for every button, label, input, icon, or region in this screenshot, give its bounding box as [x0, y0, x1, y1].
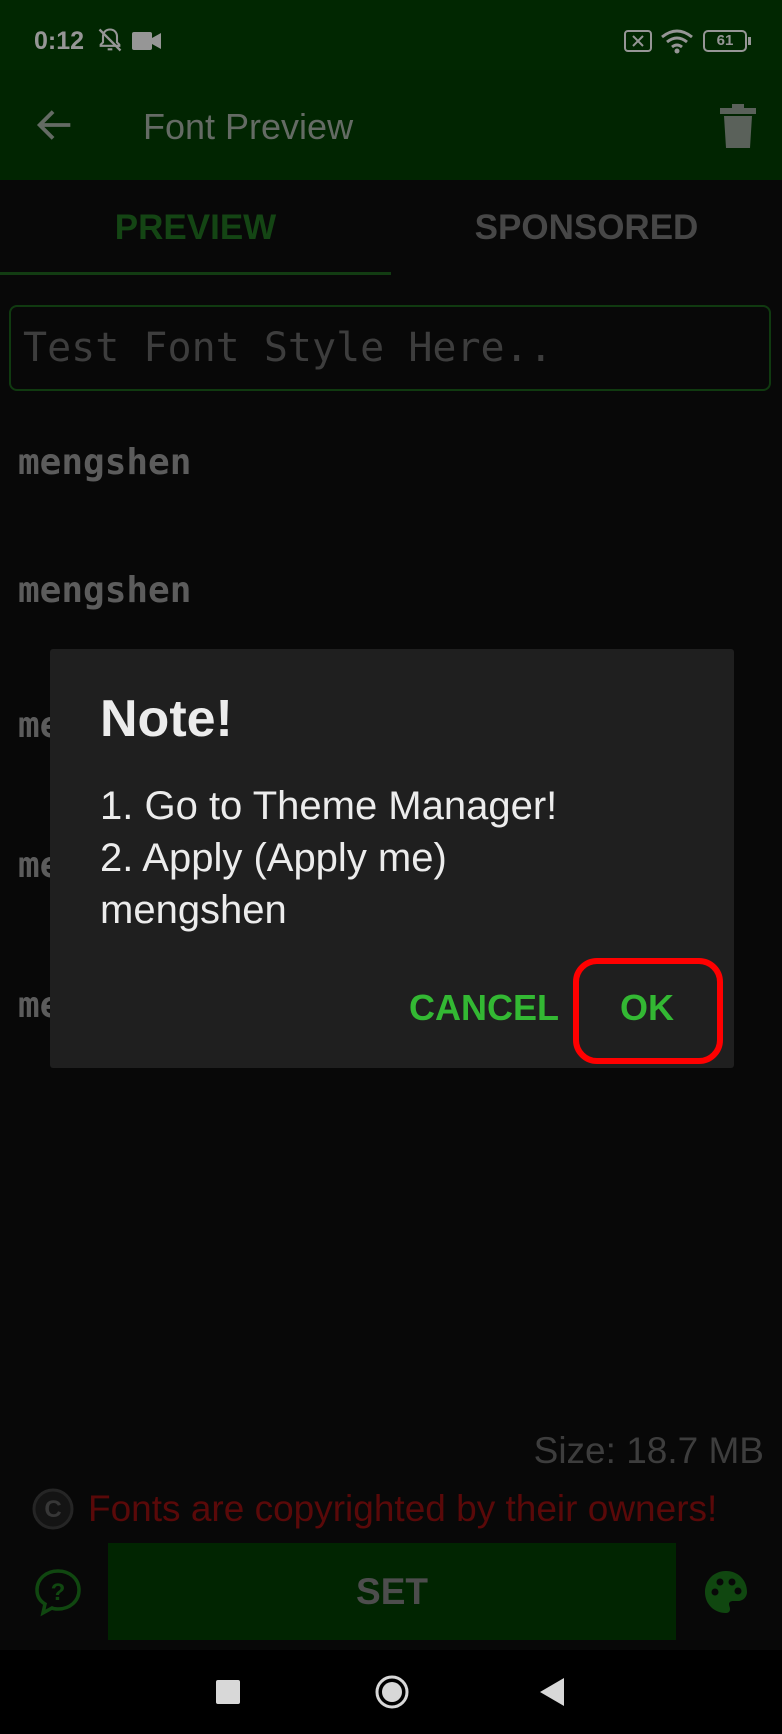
cancel-button[interactable]: CANCEL [409, 987, 559, 1029]
dialog-line: 2. Apply (Apply me) [100, 836, 447, 880]
dialog-line: mengshen [100, 888, 287, 932]
dialog-line: 1. Go to Theme Manager! [100, 784, 558, 828]
ok-button-highlight [573, 958, 723, 1064]
recents-icon[interactable] [216, 1680, 240, 1704]
back-icon[interactable] [540, 1678, 566, 1706]
dialog-title: Note! [100, 690, 233, 748]
home-icon[interactable] [374, 1674, 410, 1710]
system-nav-bar [0, 1650, 782, 1734]
